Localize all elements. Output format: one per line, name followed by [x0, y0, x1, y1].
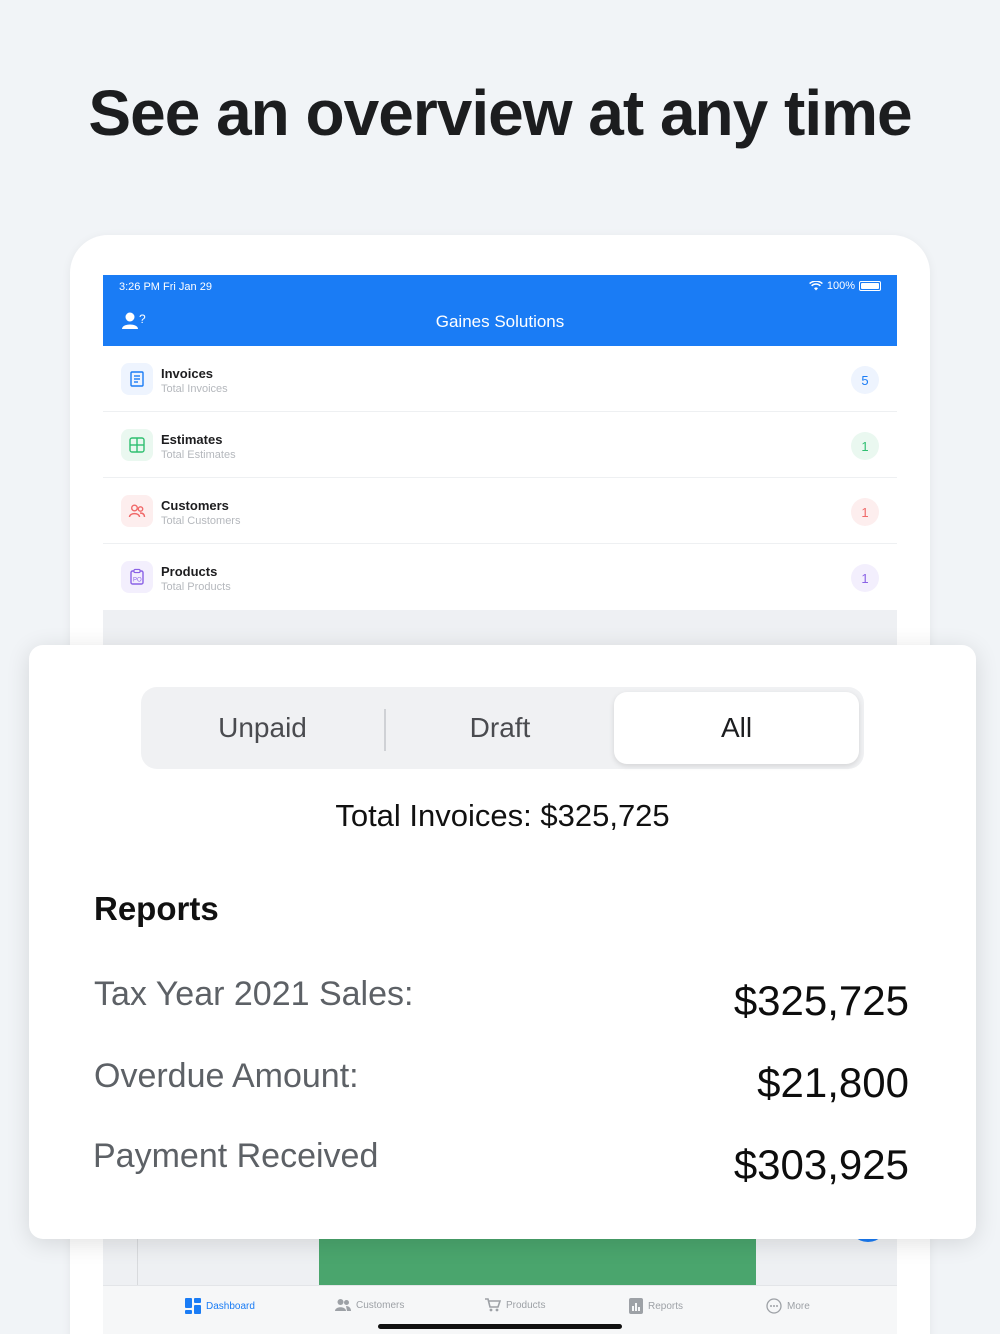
- tab-more[interactable]: More: [766, 1298, 810, 1314]
- list-item-title: Invoices: [161, 366, 214, 381]
- report-value: $21,800: [757, 1059, 909, 1106]
- list-item-customers[interactable]: Customers Total Customers 1: [103, 478, 897, 544]
- dashboard-icon: [185, 1298, 201, 1314]
- list-item-products[interactable]: PO Products Total Products 1: [103, 544, 897, 610]
- nav-title: Gaines Solutions: [435, 312, 565, 331]
- report-label: Tax Year 2021 Sales:: [94, 975, 414, 1013]
- tab-label: Products: [506, 1299, 546, 1311]
- list-item-estimates[interactable]: Estimates Total Estimates 1: [103, 412, 897, 478]
- battery-icon: [859, 281, 881, 291]
- tab-customers[interactable]: Customers: [335, 1298, 404, 1312]
- chart-bar: [319, 1235, 756, 1285]
- list-item-invoices[interactable]: Invoices Total Invoices 5: [103, 346, 897, 412]
- tab-label: Dashboard: [206, 1300, 255, 1312]
- tab-reports[interactable]: Reports: [629, 1298, 683, 1314]
- chart-axis: [137, 1235, 138, 1285]
- estimate-icon: [121, 429, 153, 461]
- report-value: $325,725: [733, 977, 909, 1024]
- tab-label: Customers: [356, 1299, 405, 1311]
- headline: See an overview at any time: [88, 77, 912, 149]
- svg-text:PO: PO: [133, 578, 142, 584]
- segment-unpaid[interactable]: Unpaid: [141, 687, 384, 769]
- report-value: $303,925: [733, 1141, 909, 1188]
- home-indicator: [378, 1324, 622, 1329]
- cart-icon: [485, 1298, 501, 1312]
- invoice-summary-card: Unpaid Draft All Total Invoices: $325,72…: [29, 645, 976, 1239]
- count-badge: 1: [851, 498, 879, 526]
- tab-dashboard[interactable]: Dashboard: [185, 1298, 255, 1314]
- segment-draft[interactable]: Draft: [386, 687, 614, 769]
- nav-bar: ? Gaines Solutions: [103, 299, 897, 346]
- battery-percent: 100%: [826, 280, 855, 292]
- wifi-icon: [808, 281, 823, 291]
- more-icon: [766, 1298, 782, 1314]
- count-badge: 1: [851, 564, 879, 592]
- list-item-subtitle: Total Customers: [161, 515, 241, 527]
- list-item-title: Customers: [161, 498, 229, 513]
- segmented-control: Unpaid Draft All: [141, 687, 864, 769]
- tab-products[interactable]: Products: [485, 1298, 545, 1312]
- list-item-title: Products: [161, 564, 218, 579]
- status-bar: 3:26 PM Fri Jan 29 100%: [103, 275, 897, 299]
- invoice-icon: [121, 363, 153, 395]
- dashboard-list: Invoices Total Invoices 5 Estimates Tota…: [103, 346, 897, 610]
- customers-icon: [121, 495, 153, 527]
- status-time: 3:26 PM Fri Jan 29: [119, 281, 212, 293]
- list-item-title: Estimates: [161, 432, 223, 447]
- list-item-subtitle: Total Products: [161, 581, 231, 593]
- customers-icon: [335, 1299, 351, 1311]
- report-label: Payment Received: [93, 1137, 379, 1175]
- reports-icon: [629, 1298, 643, 1314]
- tab-label: More: [787, 1300, 810, 1312]
- list-item-subtitle: Total Invoices: [161, 383, 228, 395]
- report-label: Overdue Amount:: [94, 1057, 359, 1095]
- total-invoices: Total Invoices: $325,725: [335, 798, 670, 833]
- tab-label: Reports: [648, 1300, 684, 1312]
- count-badge: 1: [851, 432, 879, 460]
- list-item-subtitle: Total Estimates: [161, 449, 236, 461]
- count-badge: 5: [851, 366, 879, 394]
- segment-all[interactable]: All: [614, 692, 859, 764]
- products-icon: PO: [121, 561, 153, 593]
- reports-title: Reports: [94, 890, 219, 927]
